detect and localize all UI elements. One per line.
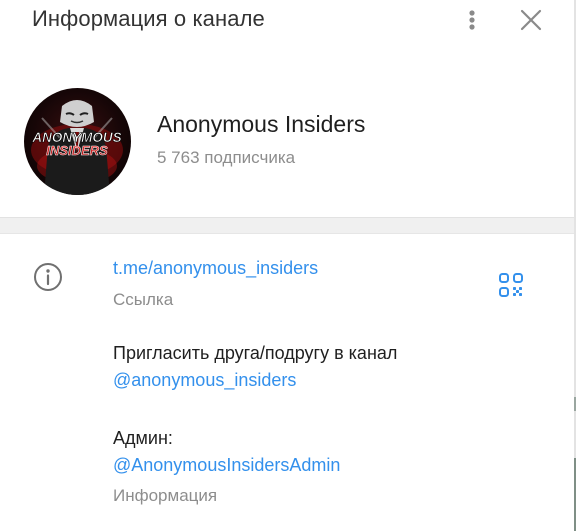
section-divider	[0, 217, 574, 234]
avatar-title-line2: INSIDERS	[46, 143, 108, 158]
channel-link[interactable]: t.me/anonymous_insiders	[113, 258, 318, 279]
link-caption: Ссылка	[113, 290, 174, 309]
channel-name: Anonymous Insiders	[157, 111, 366, 137]
close-icon[interactable]	[519, 8, 543, 32]
channel-info-panel: Информация о канале ANONYMOUS INSIDERS A…	[0, 0, 576, 531]
qr-code-icon[interactable]	[498, 272, 524, 298]
subscriber-count: 5 763 подписчика	[157, 148, 296, 167]
channel-mention[interactable]: @anonymous_insiders	[113, 370, 296, 391]
admin-label: Админ:	[113, 428, 173, 448]
panel-header: Информация о канале	[0, 0, 574, 44]
description-line: Пригласить друга/подругу в канал	[113, 343, 398, 363]
description-caption: Информация	[113, 486, 218, 505]
info-icon	[32, 261, 64, 293]
admin-mention[interactable]: @AnonymousInsidersAdmin	[113, 455, 340, 476]
panel-title: Информация о канале	[32, 6, 265, 31]
more-vertical-icon[interactable]	[462, 6, 482, 34]
channel-avatar[interactable]: ANONYMOUS INSIDERS	[24, 88, 131, 195]
